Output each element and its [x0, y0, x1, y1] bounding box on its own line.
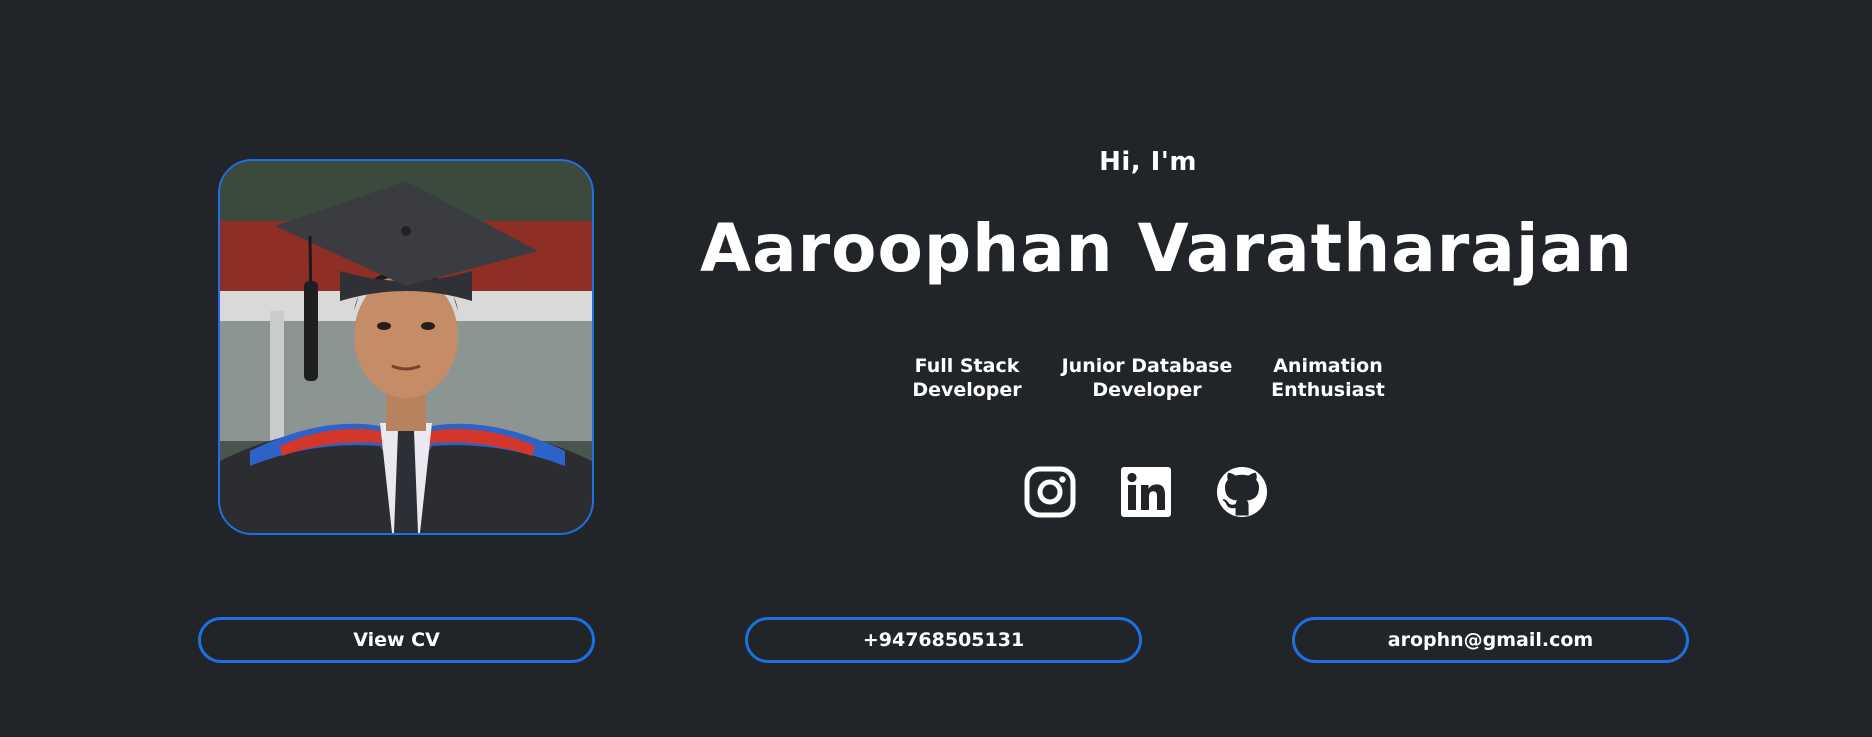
phone-button[interactable]: +94768505131 — [745, 617, 1142, 663]
name-heading: Aaroophan Varatharajan — [700, 210, 1633, 287]
role-junior-database-developer: Junior Database Developer — [1047, 354, 1247, 402]
linkedin-link[interactable] — [1120, 466, 1172, 518]
email-button[interactable]: arophn@gmail.com — [1292, 617, 1689, 663]
role-animation-enthusiast: Animation Enthusiast — [1228, 354, 1428, 402]
role-line: Developer — [1092, 379, 1202, 401]
hero-section: Hi, I'm Aaroophan Varatharajan Full Stac… — [0, 0, 1872, 737]
instagram-link[interactable] — [1024, 466, 1076, 518]
role-full-stack-developer: Full Stack Developer — [867, 354, 1067, 402]
social-links — [1024, 466, 1274, 518]
linkedin-icon — [1121, 467, 1171, 517]
github-icon — [1217, 467, 1267, 517]
role-line: Developer — [912, 379, 1022, 401]
view-cv-button[interactable]: View CV — [198, 617, 595, 663]
github-link[interactable] — [1216, 466, 1268, 518]
greeting-text: Hi, I'm — [1099, 147, 1197, 177]
roles-list: Full Stack Developer Junior Database Dev… — [0, 354, 1872, 404]
instagram-icon — [1024, 466, 1076, 518]
profile-photo — [218, 159, 594, 535]
role-line: Animation — [1273, 355, 1383, 377]
role-line: Full Stack — [914, 355, 1020, 377]
graduation-portrait-image — [220, 161, 592, 533]
role-line: Junior Database — [1061, 355, 1233, 377]
role-line: Enthusiast — [1271, 379, 1385, 401]
